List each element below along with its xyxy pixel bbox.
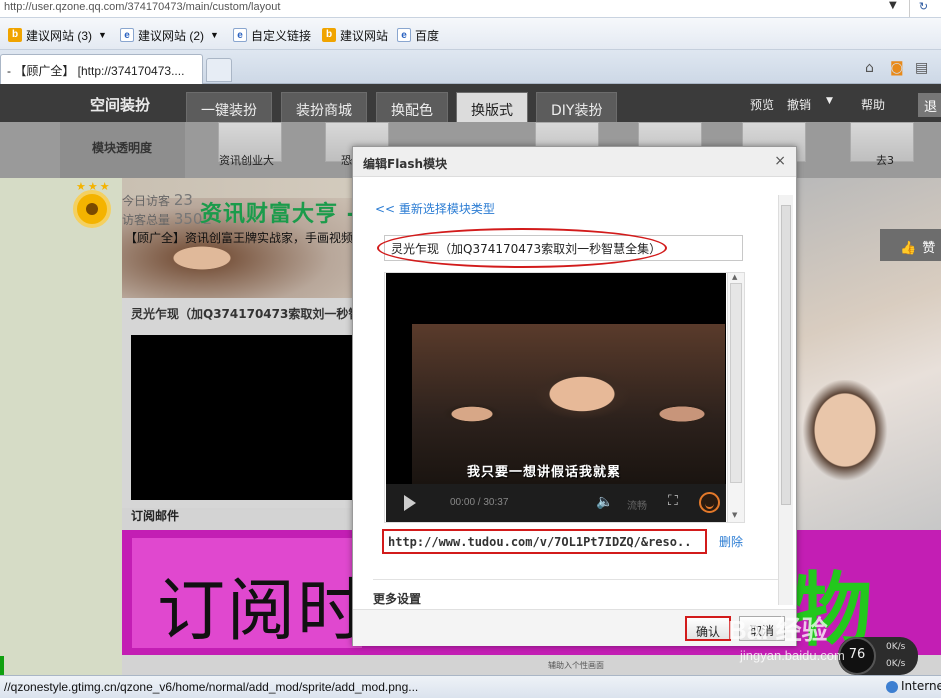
preview-link[interactable]: 预览 <box>750 96 774 113</box>
tab-diy[interactable]: DIY装扮 <box>536 92 618 122</box>
tudou-logo-icon[interactable] <box>699 492 720 513</box>
tab-color[interactable]: 换配色 <box>376 92 448 122</box>
video-url-field[interactable]: http://www.tudou.com/v/7OL1Pt7IDZQ/&reso… <box>382 529 707 554</box>
favorite-item[interactable]: e 百度 <box>397 27 439 43</box>
status-bar: //qzonestyle.gtimg.cn/qzone_v6/home/norm… <box>0 675 941 698</box>
bing-icon: b <box>8 28 22 42</box>
new-tab-button[interactable] <box>206 58 232 82</box>
favorite-label: 自定义链接 <box>251 28 312 43</box>
delete-link[interactable]: 删除 <box>719 533 743 550</box>
video-frame <box>412 324 725 484</box>
print-icon[interactable]: ▤ <box>915 60 928 76</box>
favorite-item[interactable]: b 建议网站 <box>322 27 388 43</box>
undo-link[interactable]: 撤销 <box>787 96 811 113</box>
favorite-item[interactable]: b 建议网站 (3) ▼ <box>8 27 107 43</box>
reselect-module-link[interactable]: << 重新选择模块类型 <box>375 200 495 217</box>
more-settings[interactable]: 更多设置 <box>373 590 421 607</box>
home-icon[interactable]: ⌂ <box>865 60 874 76</box>
scroll-thumb[interactable] <box>781 205 791 505</box>
chevron-down-icon[interactable]: ▼ <box>98 30 107 40</box>
thumbs-up-icon: 👍 <box>900 241 917 256</box>
help-link[interactable]: 帮助 <box>861 96 885 113</box>
favorites-bar: b 建议网站 (3) ▼ e 建议网站 (2) ▼ e 自定义链接 b 建议网站… <box>0 18 941 50</box>
layout-thumb-label: 恐 <box>341 154 352 167</box>
tab-mall[interactable]: 装扮商城 <box>281 92 367 122</box>
chevron-down-icon[interactable]: ▼ <box>210 30 219 40</box>
preview-scrollbar[interactable]: ▲ ▼ <box>727 273 744 522</box>
layout-thumb-label: 资讯创业大 <box>219 154 274 167</box>
scroll-up-icon[interactable]: ▲ <box>732 273 737 281</box>
tab-layout[interactable]: 换版式 <box>456 92 528 122</box>
flash-module-title: 灵光乍现（加Q374170473索取刘一秒智慧 <box>131 307 373 321</box>
favorite-label: 建议网站 <box>340 28 389 43</box>
flash-module-video[interactable] <box>131 335 353 500</box>
visit-stats: 今日访客 23 访客总量 3502 <box>122 191 212 229</box>
qzone-decorate-nav: 空间装扮 一键装扮 装扮商城 换配色 换版式 DIY装扮 预览 撤销 ▼ 帮助 … <box>0 84 941 122</box>
pager-text: 辅助入个性画面 <box>548 661 604 670</box>
favorite-item[interactable]: e 自定义链接 <box>233 27 311 43</box>
download-speed: 0K/s <box>886 659 906 669</box>
decorate-brand: 空间装扮 <box>90 96 151 114</box>
layout-thumb-label: 去3 <box>876 154 894 167</box>
globe-icon <box>886 680 898 693</box>
security-zone[interactable]: Interne <box>886 679 941 693</box>
volume-icon[interactable]: 🔈 <box>596 494 613 510</box>
upload-speed: 0K/s <box>886 642 906 652</box>
highlight-oval <box>377 228 667 268</box>
ie-page-icon: e <box>233 28 247 42</box>
close-icon[interactable]: × <box>774 153 786 169</box>
dialog-scrollbar[interactable] <box>778 195 793 605</box>
right-face <box>800 380 895 490</box>
browser-tab-bar: - 【顾广全】 [http://374170473.... ⌂ ◙ ▤ <box>0 50 941 84</box>
subscribe-mail-title: 订阅邮件 <box>131 509 180 523</box>
address-dropdown-icon[interactable]: ▼ <box>889 0 903 11</box>
visits-today-value: 23 <box>173 191 193 209</box>
tab-one-click[interactable]: 一键装扮 <box>186 92 272 122</box>
visits-total-label: 访客总量 <box>122 213 171 227</box>
speed-widget[interactable]: 76 0K/s 0K/s <box>838 637 918 675</box>
watermark-brand: Bai 经验 <box>728 615 828 645</box>
play-icon[interactable] <box>404 495 416 511</box>
watermark-url: jingyan.baidu.com <box>740 648 845 663</box>
ie-page-icon: e <box>120 28 134 42</box>
dialog-header[interactable]: 编辑Flash模块 × <box>353 147 796 177</box>
ie-page-icon: e <box>397 28 411 42</box>
bing-icon: b <box>322 28 336 42</box>
visits-today-label: 今日访客 <box>122 194 171 208</box>
player-time: 00:00 / 30:37 <box>450 497 509 508</box>
like-label: 赞 <box>922 241 936 256</box>
refresh-icon[interactable]: ↻ <box>909 0 937 17</box>
address-bar[interactable]: http://user.qzone.qq.com/374170473/main/… <box>0 0 941 18</box>
site-subtitle: 【顾广全】资讯创富王牌实战家，手画视频 <box>125 231 354 245</box>
confirm-button[interactable]: 确认 <box>685 616 731 641</box>
scroll-thumb[interactable] <box>730 283 742 483</box>
quality-toggle[interactable]: 流畅 <box>627 497 647 512</box>
edit-flash-dialog: 编辑Flash模块 × << 重新选择模块类型 我只要一想讲假话我就累 00:0… <box>352 146 797 646</box>
favorite-item[interactable]: e 建议网站 (2) ▼ <box>120 27 219 43</box>
favorite-label: 建议网站 (3) <box>26 28 93 43</box>
like-button[interactable]: 👍 赞 <box>880 229 941 261</box>
promo-text: 订阅时 <box>157 572 368 651</box>
exit-button[interactable]: 退 <box>918 93 941 117</box>
address-url[interactable]: http://user.qzone.qq.com/374170473/main/… <box>4 1 280 13</box>
status-text: //qzonestyle.gtimg.cn/qzone_v6/home/norm… <box>4 680 419 694</box>
scroll-down-icon[interactable]: ▼ <box>732 511 737 519</box>
favorite-label: 百度 <box>415 28 440 43</box>
left-pane <box>0 178 122 675</box>
video-player[interactable]: 我只要一想讲假话我就累 00:00 / 30:37 🔈 流畅 ⛶ <box>386 273 726 522</box>
player-controls: 00:00 / 30:37 🔈 流畅 ⛶ <box>386 484 726 522</box>
dialog-title: 编辑Flash模块 <box>363 157 448 171</box>
video-caption: 我只要一想讲假话我就累 <box>467 465 622 480</box>
fullscreen-icon[interactable]: ⛶ <box>668 493 678 509</box>
zone-label: Interne <box>901 679 941 693</box>
qzone-logo-icon <box>73 190 111 228</box>
favorite-label: 建议网站 (2) <box>138 28 205 43</box>
browser-tab[interactable]: - 【顾广全】 [http://374170473.... <box>0 54 203 84</box>
transparency-label[interactable]: 模块透明度 <box>60 122 185 178</box>
rss-icon[interactable]: ◙ <box>890 60 904 76</box>
divider <box>373 579 785 580</box>
chevron-down-icon[interactable]: ▼ <box>826 96 833 106</box>
